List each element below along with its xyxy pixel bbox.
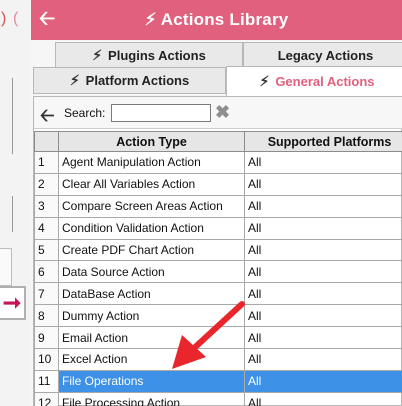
page-title-text: Actions Library (160, 10, 289, 29)
action-type-cell[interactable]: Excel Action (58, 348, 245, 371)
tab-label: Platform Actions (85, 73, 190, 88)
action-type-cell[interactable]: Data Source Action (58, 260, 245, 284)
action-type-cell[interactable]: Agent Manipulation Action (58, 151, 245, 174)
action-type-cell[interactable]: Condition Validation Action (58, 216, 245, 240)
table-row[interactable]: 8 Dummy Action All (34, 304, 402, 328)
table-row[interactable]: 10 Excel Action All (34, 348, 402, 371)
divider (12, 196, 13, 232)
divider (12, 78, 13, 154)
clear-icon[interactable]: ✖ (215, 102, 230, 123)
actions-table: Action Type Supported Platforms 1 Agent M… (34, 131, 402, 406)
actions-grid-panel: 🡠 Search: ✖ Action Type Supported Platfo… (33, 96, 402, 406)
row-number: 3 (34, 194, 59, 218)
action-type-cell[interactable]: DataBase Action (58, 282, 245, 306)
row-number: 7 (34, 282, 59, 306)
action-type-cell[interactable]: Create PDF Chart Action (58, 238, 245, 262)
row-number: 9 (34, 326, 59, 350)
screen: ) ( ➞ 🡠 ⚡︎ Actions Library ⚡︎ Plugins Act… (0, 0, 402, 406)
platforms-cell[interactable]: All (244, 304, 402, 328)
plugin-bolt-icon: ⚡︎ (92, 46, 103, 63)
column-header-action-type[interactable]: Action Type (58, 131, 245, 152)
tab-plugins-actions[interactable]: ⚡︎ Plugins Actions (55, 42, 243, 68)
platforms-cell[interactable]: All (244, 326, 402, 350)
tab-label: General Actions (275, 74, 375, 89)
bolt-icon: ⚡︎ (144, 10, 157, 29)
table-row[interactable]: 3 Compare Screen Areas Action All (34, 194, 402, 218)
search-label: Search: (64, 106, 106, 120)
actions-library-window: 🡠 ⚡︎ Actions Library ⚡︎ Plugins Actions L… (31, 0, 402, 406)
platforms-cell[interactable]: All (244, 194, 402, 218)
platforms-cell[interactable]: All (244, 151, 402, 174)
row-number: 4 (34, 216, 59, 240)
action-type-cell[interactable]: Clear All Variables Action (58, 172, 245, 196)
action-type-cell[interactable]: Email Action (58, 326, 245, 350)
arrow-right-icon[interactable]: ➞ (0, 286, 26, 320)
table-row[interactable]: 12 File Processing Action All (34, 391, 402, 406)
tab-general-actions[interactable]: ⚡︎ General Actions (226, 66, 402, 97)
row-number: 11 (34, 369, 59, 393)
table-row[interactable]: 5 Create PDF Chart Action All (34, 238, 402, 262)
paren-icon[interactable]: ) (1, 10, 6, 28)
platforms-cell[interactable]: All (244, 391, 402, 406)
action-type-cell[interactable]: File Processing Action (58, 391, 245, 406)
platforms-cell[interactable]: All (244, 216, 402, 240)
platforms-cell[interactable]: All (244, 172, 402, 196)
table-row[interactable]: 9 Email Action All (34, 326, 402, 350)
platforms-cell[interactable]: All (244, 282, 402, 306)
arrow-left-icon[interactable]: 🡠 (40, 103, 55, 133)
action-type-cell[interactable]: Compare Screen Areas Action (58, 194, 245, 218)
row-number: 5 (34, 238, 59, 262)
table-header-row: Action Type Supported Platforms (34, 131, 402, 152)
table-row[interactable]: 1 Agent Manipulation Action All (34, 151, 402, 174)
page-title: ⚡︎ Actions Library (31, 10, 402, 30)
row-number: 1 (34, 151, 59, 174)
table-row[interactable]: 7 DataBase Action All (34, 282, 402, 306)
row-number: 8 (34, 304, 59, 328)
column-header-supported-platforms[interactable]: Supported Platforms (244, 131, 402, 152)
tab-label: Legacy Actions (277, 47, 374, 63)
table-row[interactable]: 4 Condition Validation Action All (34, 216, 402, 240)
row-number: 2 (34, 172, 59, 196)
table-row[interactable]: 2 Clear All Variables Action All (34, 172, 402, 196)
row-number: 10 (34, 348, 59, 371)
tab-platform-actions[interactable]: ⚡︎ Platform Actions (33, 67, 226, 94)
tab-legacy-actions[interactable]: Legacy Actions (243, 42, 402, 68)
search-input[interactable] (111, 104, 211, 122)
left-panel: ) ( ➞ (0, 0, 32, 406)
table-row[interactable]: 6 Data Source Action All (34, 260, 402, 284)
row-number: 12 (34, 391, 59, 406)
tabs: ⚡︎ Plugins Actions Legacy Actions ⚡︎ Pla… (31, 40, 402, 97)
platform-bolt-icon: ⚡︎ (69, 72, 80, 88)
search-bar: 🡠 Search: ✖ (34, 97, 402, 129)
action-type-cell[interactable]: Dummy Action (58, 304, 245, 328)
platforms-cell[interactable]: All (244, 238, 402, 262)
title-bar: 🡠 ⚡︎ Actions Library (31, 0, 402, 40)
platforms-cell[interactable]: All (244, 369, 402, 393)
row-number: 6 (34, 260, 59, 284)
column-header (34, 131, 59, 152)
action-type-cell[interactable]: File Operations (58, 369, 245, 393)
platforms-cell[interactable]: All (244, 348, 402, 371)
tab-label: Plugins Actions (108, 47, 206, 63)
table-row-selected[interactable]: 11 File Operations All (34, 369, 402, 393)
platforms-cell[interactable]: All (244, 260, 402, 284)
panel-box (0, 248, 12, 286)
paren-icon[interactable]: ( (13, 10, 18, 28)
general-bolt-icon: ⚡︎ (259, 73, 270, 89)
